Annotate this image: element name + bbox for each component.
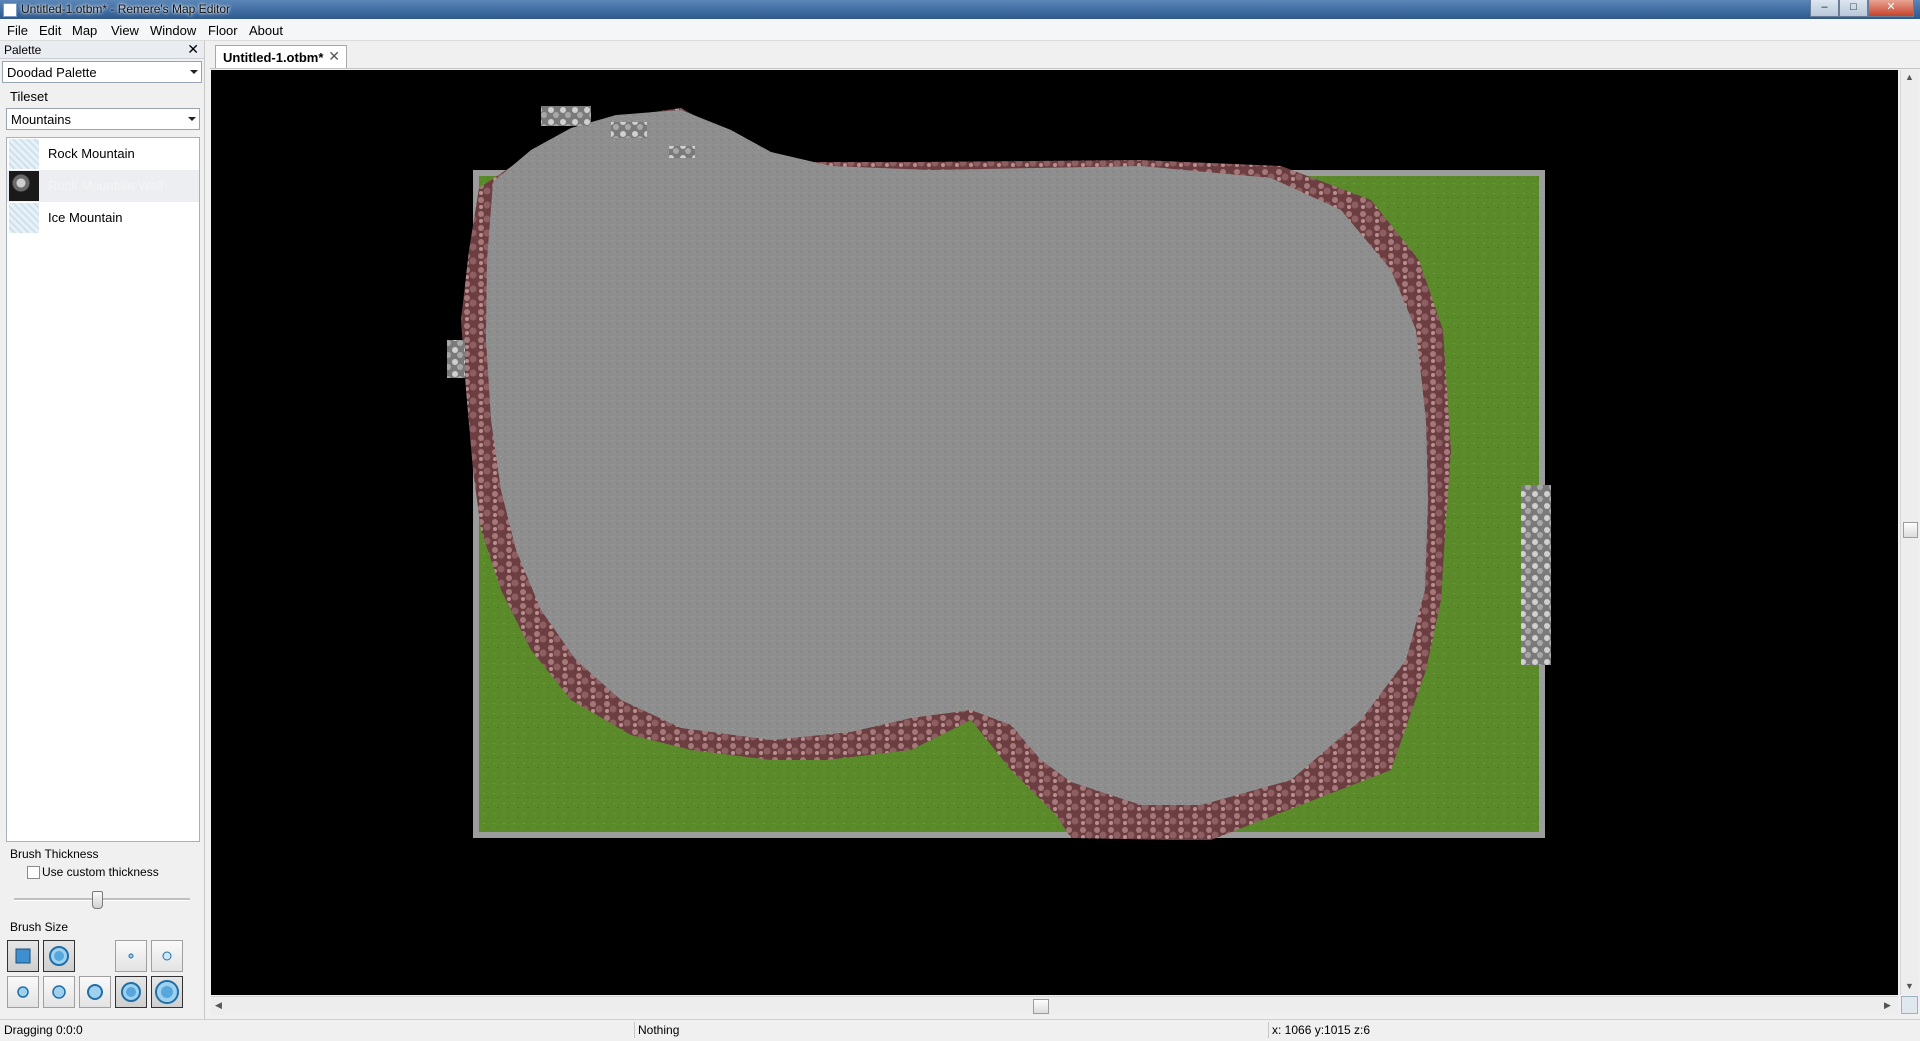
status-coordinates: x: 1066 y:1015 z:6 — [1272, 1023, 1371, 1037]
scroll-down-icon[interactable]: ▼ — [1905, 981, 1914, 991]
custom-thickness-checkbox[interactable] — [27, 866, 40, 879]
horizontal-scrollbar[interactable]: ◀ ▶ — [211, 996, 1898, 1015]
scroll-left-icon[interactable]: ◀ — [215, 1000, 222, 1011]
brush-dot-icon — [162, 951, 172, 961]
palette-type-select[interactable]: Doodad Palette — [2, 61, 202, 83]
map-terrain — [447, 106, 1551, 840]
brush-size-2-button[interactable] — [151, 940, 183, 972]
palette-type-value: Doodad Palette — [7, 65, 97, 80]
grey-rock — [669, 146, 695, 158]
tile-list: Rock Mountain Rock Mountain Wall Ice Mou… — [6, 137, 200, 842]
menu-about[interactable]: About — [249, 23, 283, 38]
tab-untitled-1[interactable]: Untitled-1.otbm* ✕ — [215, 45, 347, 68]
brush-size-5-button[interactable] — [79, 976, 111, 1008]
list-item-label: Rock Mountain Wall — [48, 178, 164, 193]
brush-size-1-button[interactable] — [115, 940, 147, 972]
square-brush-button[interactable] — [7, 940, 39, 972]
minimize-button[interactable]: – — [1810, 0, 1839, 17]
menu-view[interactable]: View — [111, 23, 139, 38]
grey-rock — [541, 106, 591, 126]
vertical-scrollbar[interactable]: ▲ ▼ — [1900, 70, 1919, 995]
status-separator — [634, 1022, 635, 1038]
map-tab-strip: Untitled-1.otbm* ✕ — [210, 43, 1920, 69]
palette-panel: Palette ✕ Doodad Palette Tileset Mountai… — [0, 41, 205, 1019]
menu-floor[interactable]: Floor — [208, 23, 238, 38]
tab-label: Untitled-1.otbm* — [223, 50, 324, 65]
brush-size-7-button[interactable] — [151, 976, 183, 1008]
brush-dot-icon — [87, 984, 103, 1000]
list-item-label: Ice Mountain — [48, 210, 123, 225]
list-item-label: Rock Mountain — [48, 146, 135, 161]
square-brush-icon — [15, 948, 31, 964]
app-icon — [3, 3, 17, 17]
close-window-button[interactable]: ✕ — [1868, 0, 1914, 17]
brush-dot-icon — [17, 986, 29, 998]
tileset-select[interactable]: Mountains — [6, 108, 200, 130]
menu-file[interactable]: File — [7, 23, 28, 38]
tileset-value: Mountains — [11, 112, 71, 127]
status-separator — [1268, 1022, 1269, 1038]
status-item: Nothing — [638, 1023, 680, 1037]
grey-rock — [1521, 485, 1551, 665]
window-title: Untitled-1.otbm* - Remere's Map Editor — [21, 2, 231, 16]
brush-dot-icon — [121, 982, 141, 1002]
status-bar: Dragging 0:0:0 Nothing x: 1066 y:1015 z:… — [0, 1019, 1920, 1041]
grey-rock — [447, 340, 465, 378]
menu-window[interactable]: Window — [150, 23, 196, 38]
palette-close-icon[interactable]: ✕ — [187, 41, 199, 58]
menu-edit[interactable]: Edit — [39, 23, 61, 38]
stone-floor — [486, 110, 1428, 805]
map-canvas[interactable] — [211, 70, 1898, 995]
rock-mountain-icon — [9, 139, 39, 169]
brush-dot-icon — [52, 985, 66, 999]
palette-caption-label: Palette — [4, 43, 42, 57]
map-view[interactable] — [211, 70, 1898, 995]
brush-thickness-label: Brush Thickness — [10, 847, 99, 861]
list-item[interactable]: Ice Mountain — [7, 202, 199, 234]
brush-dot-icon — [128, 953, 134, 959]
palette-caption: Palette ✕ — [0, 41, 204, 59]
title-bar: Untitled-1.otbm* - Remere's Map Editor –… — [0, 0, 1920, 19]
scroll-up-icon[interactable]: ▲ — [1905, 72, 1914, 82]
brush-dot-icon — [155, 980, 179, 1004]
scroll-right-icon[interactable]: ▶ — [1884, 1000, 1891, 1011]
window-controls: – □ ✕ — [1810, 0, 1914, 17]
circle-brush-button[interactable] — [43, 940, 75, 972]
circle-brush-icon — [49, 946, 69, 966]
tileset-label: Tileset — [10, 89, 48, 104]
list-item[interactable]: Rock Mountain Wall — [7, 170, 199, 202]
brush-size-label: Brush Size — [10, 920, 69, 934]
horizontal-scroll-thumb[interactable] — [1033, 999, 1049, 1014]
chevron-down-icon — [190, 70, 198, 74]
brush-size-4-button[interactable] — [43, 976, 75, 1008]
menu-bar: File Edit Map View Window Floor About — [0, 19, 1920, 41]
chevron-down-icon — [188, 117, 196, 121]
grey-rock — [611, 122, 647, 138]
list-item[interactable]: Rock Mountain — [7, 138, 199, 170]
resize-grip-icon[interactable] — [1901, 996, 1918, 1014]
vertical-scroll-thumb[interactable] — [1903, 522, 1918, 538]
close-tab-icon[interactable]: ✕ — [328, 48, 340, 65]
rock-mountain-wall-icon — [9, 171, 39, 201]
maximize-button[interactable]: □ — [1839, 0, 1868, 17]
brush-size-6-button[interactable] — [115, 976, 147, 1008]
brush-size-3-button[interactable] — [7, 976, 39, 1008]
status-action: Dragging 0:0:0 — [4, 1023, 83, 1037]
custom-thickness-label: Use custom thickness — [42, 865, 159, 879]
thickness-slider-handle[interactable] — [91, 891, 103, 909]
menu-map[interactable]: Map — [72, 23, 97, 38]
ice-mountain-icon — [9, 203, 39, 233]
